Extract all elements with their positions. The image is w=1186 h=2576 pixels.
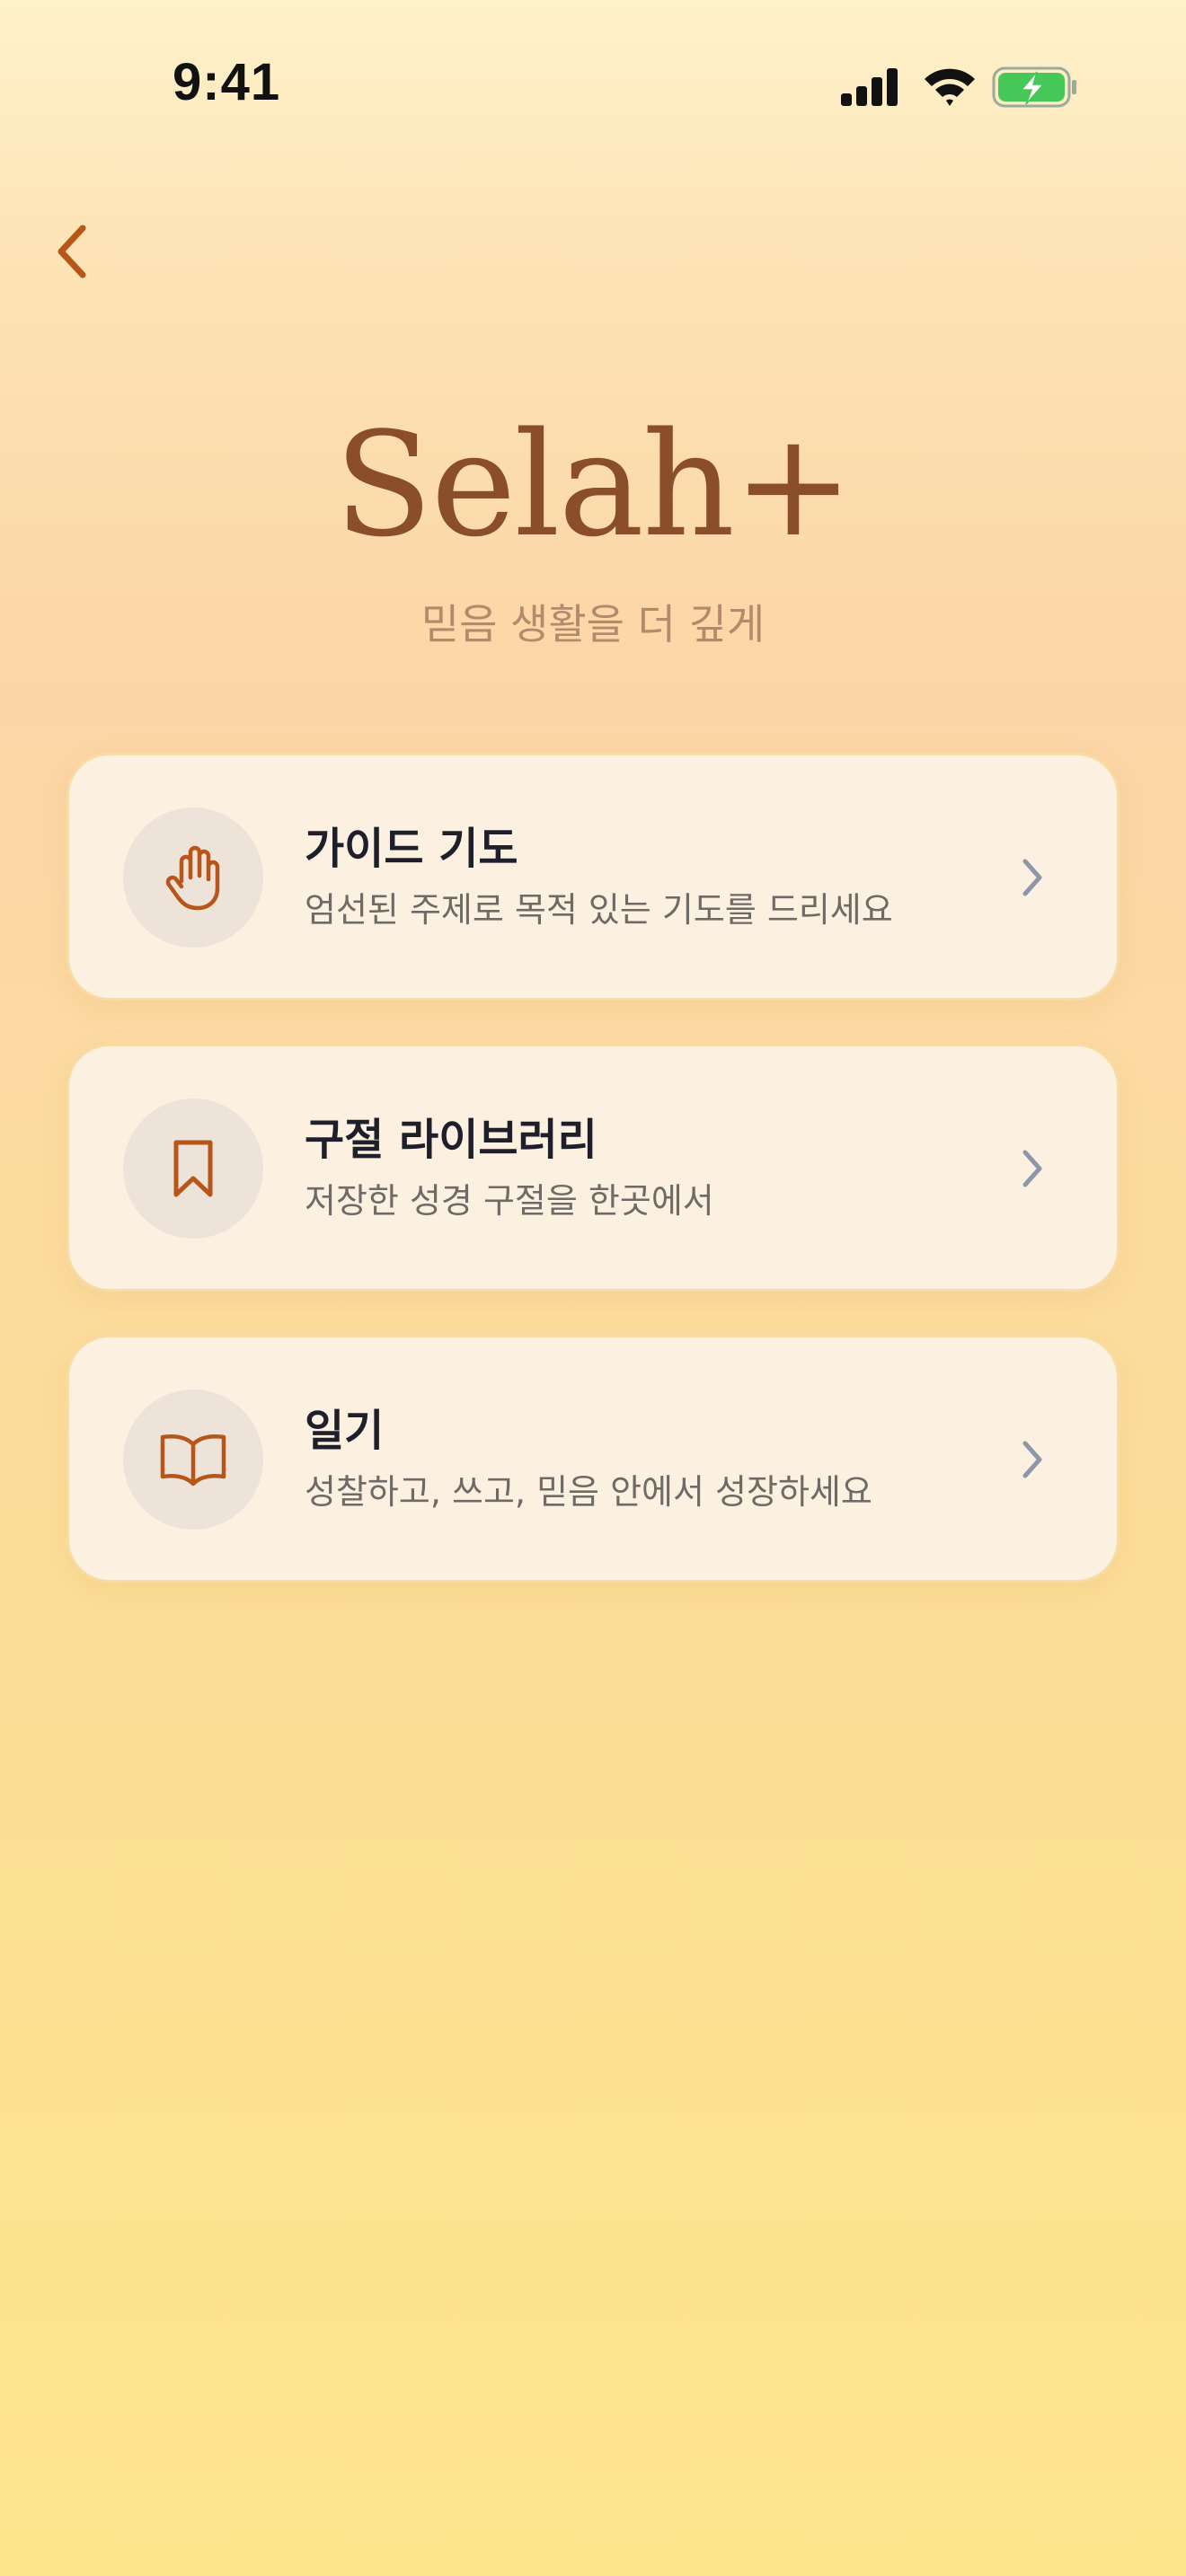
chevron-right-icon: [1007, 852, 1058, 903]
chevron-right-icon: [1007, 1434, 1058, 1485]
card-title: 구절 라이브러리: [305, 1115, 597, 1165]
status-time: 9:41: [173, 53, 281, 111]
status-icons: [839, 63, 1082, 111]
back-button[interactable]: [27, 207, 117, 296]
wifi-icon: [925, 68, 975, 106]
card-icon-circle: [123, 807, 263, 948]
card-title: 일기: [305, 1406, 385, 1456]
card-description: 엄선된 주제로 목적 있는 기도를 드리세요: [305, 890, 893, 930]
chevron-left-icon: [58, 225, 86, 278]
open-book-icon: [160, 1434, 226, 1486]
battery-charging-icon: [992, 66, 1076, 108]
praying-hand-icon: [165, 845, 220, 911]
status-bar: 9:41: [0, 0, 1186, 171]
card-description: 성찰하고, 쓰고, 믿음 안에서 성장하세요: [305, 1472, 872, 1512]
card-title: 가이드 기도: [305, 824, 518, 874]
card-icon-circle: [123, 1389, 263, 1530]
card-icon-circle: [123, 1098, 263, 1239]
card-description: 저장한 성경 구절을 한곳에서: [305, 1181, 714, 1221]
verse-library-card[interactable]: 구절 라이브러리 저장한 성경 구절을 한곳에서: [66, 1044, 1120, 1292]
bookmark-icon: [173, 1140, 213, 1197]
journal-card[interactable]: 일기 성찰하고, 쓰고, 믿음 안에서 성장하세요: [66, 1335, 1120, 1583]
guided-prayer-card[interactable]: 가이드 기도 엄선된 주제로 목적 있는 기도를 드리세요: [66, 753, 1120, 1001]
cellular-signal-icon: [841, 68, 898, 106]
chevron-right-icon: [1007, 1143, 1058, 1194]
app-title: Selah+: [334, 401, 854, 569]
app-subtitle: 믿음 생활을 더 깊게: [420, 600, 766, 648]
